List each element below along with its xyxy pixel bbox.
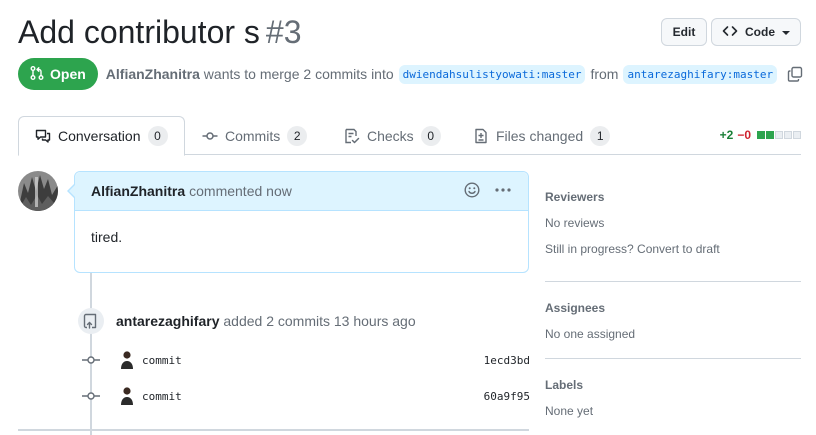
- assignees-heading[interactable]: Assignees: [545, 301, 801, 315]
- tab-commits[interactable]: Commits 2: [202, 116, 308, 155]
- tab-commits-count: 2: [287, 125, 308, 146]
- tab-checks[interactable]: Checks 0: [344, 116, 441, 155]
- reviewers-section: Reviewers No reviews Still in progress? …: [545, 190, 801, 256]
- event-text: antarezaghifary added 2 commits 13 hours…: [116, 313, 416, 329]
- pr-title: Add contributor s #3: [18, 14, 302, 51]
- diffstat-block: [784, 131, 792, 139]
- chevron-down-icon: [782, 31, 790, 35]
- tab-files-changed[interactable]: Files changed 1: [473, 116, 611, 155]
- tab-files-changed-label: Files changed: [496, 127, 584, 144]
- pr-tabs: Conversation 0 Commits 2 Checks 0 Files …: [18, 116, 801, 156]
- commit-row: commit 60a9f95: [82, 386, 530, 406]
- commit-author-avatar[interactable]: [120, 350, 134, 370]
- file-diff-icon: [473, 128, 489, 144]
- pr-meta: Open AlfianZhanitra wants to merge 2 com…: [18, 58, 803, 90]
- head-branch[interactable]: antarezaghifary:master: [623, 64, 778, 84]
- comment-timestamp: commented now: [189, 183, 292, 199]
- diffstat-block: [793, 131, 801, 139]
- labels-section: Labels None yet: [545, 378, 801, 418]
- diffstat-block: [766, 131, 774, 139]
- commit-message-link[interactable]: commit: [142, 354, 182, 367]
- diffstat-blocks: [757, 131, 801, 139]
- pr-number: #3: [265, 14, 302, 50]
- git-commit-icon: [82, 354, 100, 366]
- diffstat: +2 −0: [720, 128, 801, 142]
- reviewers-heading[interactable]: Reviewers: [545, 190, 801, 204]
- assignees-section: Assignees No one assigned: [545, 301, 801, 341]
- labels-value: None yet: [545, 404, 594, 418]
- tab-checks-label: Checks: [367, 127, 414, 144]
- event-description: added 2 commits 13 hours ago: [223, 313, 416, 329]
- commits-event: antarezaghifary added 2 commits 13 hours…: [78, 308, 416, 334]
- comment-box: AlfianZhanitra commented now tired.: [67, 171, 529, 273]
- tab-conversation[interactable]: Conversation 0: [18, 116, 185, 156]
- pr-title-text: Add contributor s: [18, 14, 260, 50]
- sidebar-divider: [545, 358, 801, 359]
- diffstat-additions: +2: [719, 128, 734, 142]
- edit-button[interactable]: Edit: [661, 18, 707, 46]
- pr-header: Add contributor s #3 Edit Code: [18, 12, 801, 56]
- kebab-horizontal-icon[interactable]: [494, 182, 512, 201]
- from-text: from: [590, 66, 619, 82]
- sidebar-divider: [545, 281, 801, 282]
- commit-sha-link[interactable]: 1ecd3bd: [484, 354, 530, 367]
- repo-push-icon: [78, 308, 104, 334]
- commit-author-avatar[interactable]: [120, 386, 134, 406]
- avatar[interactable]: [18, 171, 58, 211]
- convert-to-draft-link[interactable]: Still in progress? Convert to draft: [545, 242, 801, 256]
- git-commit-icon: [82, 390, 100, 402]
- tab-checks-count: 0: [420, 125, 441, 146]
- tab-conversation-count: 0: [147, 126, 168, 146]
- diffstat-deletions: −0: [737, 128, 751, 142]
- checklist-icon: [344, 128, 360, 144]
- code-button-label: Code: [745, 25, 775, 39]
- comment-actions: [464, 181, 512, 201]
- smiley-icon[interactable]: [464, 181, 480, 201]
- diffstat-block: [757, 131, 765, 139]
- code-button[interactable]: Code: [711, 18, 801, 46]
- copy-icon[interactable]: [787, 66, 803, 82]
- assignees-value: No one assigned: [545, 327, 636, 341]
- labels-heading[interactable]: Labels: [545, 378, 801, 392]
- base-branch[interactable]: dwiendahsulistyowati:master: [398, 64, 586, 84]
- comment-discussion-icon: [35, 128, 51, 144]
- comment-author-link[interactable]: AlfianZhanitra: [91, 183, 185, 199]
- pr-author-link[interactable]: AlfianZhanitra: [106, 66, 200, 82]
- status-badge-label: Open: [50, 66, 86, 82]
- git-commit-icon: [202, 128, 218, 144]
- tab-commits-label: Commits: [225, 127, 281, 144]
- git-pull-request-icon: [29, 65, 45, 84]
- edit-button-label: Edit: [672, 25, 696, 39]
- timeline-end-divider: [18, 429, 529, 431]
- code-icon: [722, 23, 738, 42]
- commit-message-link[interactable]: commit: [142, 390, 182, 403]
- comment-body: tired.: [91, 229, 123, 245]
- commit-sha-link[interactable]: 60a9f95: [484, 390, 530, 403]
- tab-conversation-label: Conversation: [58, 128, 141, 144]
- commit-row: commit 1ecd3bd: [82, 350, 530, 370]
- diffstat-block: [775, 131, 783, 139]
- merge-summary: AlfianZhanitra wants to merge 2 commits …: [106, 66, 394, 82]
- comment-header: AlfianZhanitra commented now: [75, 172, 528, 211]
- event-actor-link[interactable]: antarezaghifary: [116, 313, 219, 329]
- merge-summary-text: wants to merge 2 commits into: [203, 66, 394, 82]
- reviewers-value: No reviews: [545, 216, 605, 230]
- status-badge: Open: [18, 58, 98, 90]
- tab-files-changed-count: 1: [590, 125, 611, 146]
